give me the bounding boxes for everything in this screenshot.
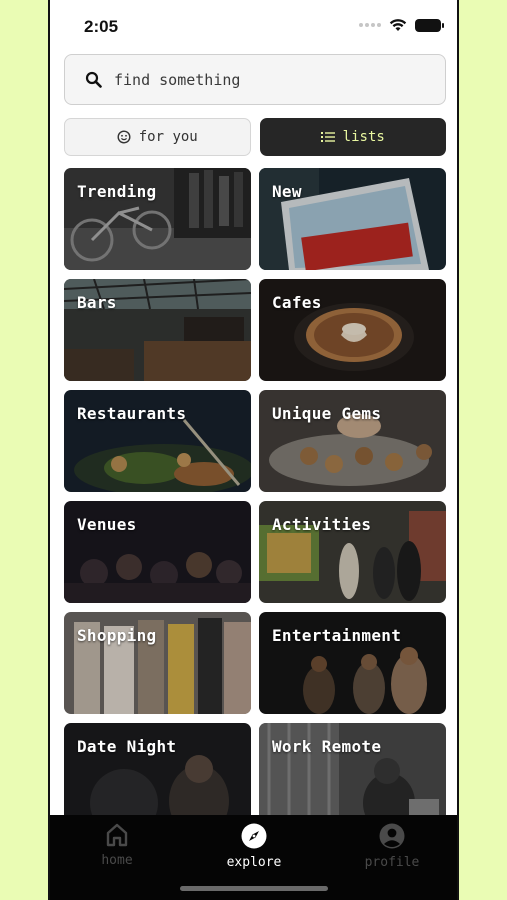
category-card-trending[interactable]: Trending [64,168,251,270]
nav-profile-label: profile [364,855,420,870]
smiley-icon [117,130,131,144]
home-indicator [180,886,328,891]
category-label: Activities [272,515,372,534]
home-icon [106,823,128,847]
category-label: Date Night [77,737,177,756]
category-card-activities[interactable]: Activities [259,501,446,603]
category-grid: Trending New Bars Cafes Restaurants Uniq… [64,168,446,825]
status-bar: 2:05 [50,0,457,52]
battery-icon [415,18,444,32]
compass-icon [241,823,267,849]
view-tabs: for you lists [64,118,446,156]
category-card-bars[interactable]: Bars [64,279,251,381]
category-label: Entertainment [272,626,402,645]
search-input[interactable] [114,70,414,89]
category-card-entertainment[interactable]: Entertainment [259,612,446,714]
category-card-new[interactable]: New [259,168,446,270]
category-label: Venues [77,515,137,534]
category-card-cafes[interactable]: Cafes [259,279,446,381]
nav-explore-label: explore [226,855,282,870]
tab-for-you[interactable]: for you [64,118,251,156]
wifi-icon [389,19,407,31]
category-label: Restaurants [77,404,187,423]
nav-home[interactable]: home [67,823,167,868]
category-card-unique-gems[interactable]: Unique Gems [259,390,446,492]
category-label: Unique Gems [272,404,382,423]
category-label: Shopping [77,626,157,645]
cellular-signal-icon [359,23,381,27]
category-card-restaurants[interactable]: Restaurants [64,390,251,492]
category-card-work-remote[interactable]: Work Remote [259,723,446,825]
search-icon [85,71,102,88]
status-icons [359,18,444,32]
category-label: Work Remote [272,737,382,756]
nav-home-label: home [101,853,133,868]
tab-lists[interactable]: lists [259,118,446,156]
search-bar[interactable] [64,54,446,105]
nav-explore[interactable]: explore [204,823,304,870]
category-card-date-night[interactable]: Date Night [64,723,251,825]
list-icon [320,132,335,142]
tab-lists-label: lists [342,129,385,145]
category-card-venues[interactable]: Venues [64,501,251,603]
user-circle-icon [379,823,405,849]
category-card-shopping[interactable]: Shopping [64,612,251,714]
nav-profile[interactable]: profile [342,823,442,870]
category-label: New [272,182,302,201]
status-time: 2:05 [84,17,119,36]
tab-for-you-label: for you [138,129,198,145]
phone-screen: 2:05 for you [48,0,459,900]
category-label: Trending [77,182,157,201]
category-label: Bars [77,293,117,312]
category-label: Cafes [272,293,322,312]
